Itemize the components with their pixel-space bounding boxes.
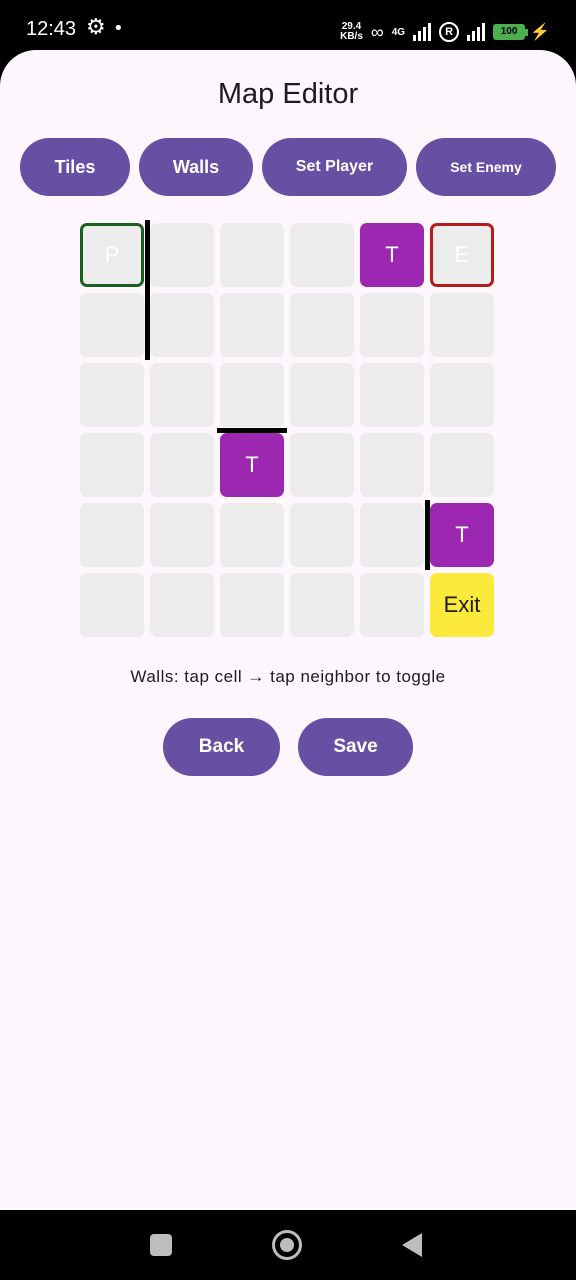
- home-icon[interactable]: [272, 1230, 302, 1260]
- grid-cell[interactable]: [220, 573, 284, 637]
- grid-cell[interactable]: [360, 363, 424, 427]
- grid-cell[interactable]: [360, 433, 424, 497]
- grid-cell[interactable]: [430, 293, 494, 357]
- grid-cell[interactable]: [150, 223, 214, 287]
- back-button[interactable]: Back: [163, 718, 280, 776]
- grid-cell[interactable]: [290, 573, 354, 637]
- grid-cell[interactable]: [290, 223, 354, 287]
- status-time: 12:43: [26, 18, 77, 40]
- enemy-cell[interactable]: E: [430, 223, 494, 287]
- battery-level: 100: [493, 24, 526, 40]
- set-enemy-mode-button[interactable]: Set Enemy: [416, 138, 556, 196]
- wall-segment: [217, 428, 287, 433]
- back-nav-icon[interactable]: [402, 1233, 422, 1257]
- battery-icon: 100 ⚡: [493, 22, 550, 42]
- map-grid: P T E T T Exit: [80, 220, 500, 643]
- grid-cell[interactable]: [430, 363, 494, 427]
- grid-cell[interactable]: [220, 223, 284, 287]
- grid-cell[interactable]: [80, 503, 144, 567]
- hint-text: Walls: tap cell → tap neighbor to toggle: [130, 667, 446, 686]
- wall-segment: [145, 290, 150, 360]
- grid-cell[interactable]: [80, 573, 144, 637]
- status-icons: 29.4 KB/s ∞ 4G R 100 ⚡: [340, 18, 550, 46]
- grid-cell[interactable]: [150, 503, 214, 567]
- grid-cell[interactable]: [220, 293, 284, 357]
- exit-cell[interactable]: Exit: [430, 573, 494, 637]
- network-type: 4G: [391, 26, 406, 38]
- grid-cell[interactable]: [290, 363, 354, 427]
- trap-cell[interactable]: T: [220, 433, 284, 497]
- grid-cell[interactable]: [80, 293, 144, 357]
- network-speed-unit: KB/s: [340, 31, 363, 42]
- system-nav-bar: [0, 1210, 576, 1280]
- grid-cell[interactable]: [150, 433, 214, 497]
- tiles-mode-button[interactable]: Tiles: [20, 138, 130, 196]
- signal-strength-2-icon: [467, 23, 486, 41]
- set-player-mode-button[interactable]: Set Player: [262, 138, 407, 196]
- grid-cell[interactable]: [220, 363, 284, 427]
- grid-cell[interactable]: [360, 573, 424, 637]
- network-speed: 29.4 KB/s: [340, 22, 363, 42]
- walls-mode-button[interactable]: Walls: [139, 138, 253, 196]
- grid-cell[interactable]: [360, 503, 424, 567]
- roaming-r-icon: R: [439, 22, 460, 42]
- map-editor-screen: Map Editor Tiles Walls Set Player Set En…: [0, 50, 576, 1210]
- grid-cell[interactable]: [360, 293, 424, 357]
- grid-cell[interactable]: [80, 363, 144, 427]
- wall-segment: [425, 500, 430, 570]
- grid-cell[interactable]: [150, 363, 214, 427]
- trap-cell[interactable]: T: [360, 223, 424, 287]
- grid-cell[interactable]: [290, 503, 354, 567]
- grid-cell[interactable]: [430, 433, 494, 497]
- grid-cell[interactable]: [290, 433, 354, 497]
- grid-cell[interactable]: [80, 433, 144, 497]
- wall-segment: [145, 220, 150, 290]
- hotspot-link-icon: ∞: [370, 21, 384, 42]
- save-button[interactable]: Save: [298, 718, 413, 776]
- grid-cell[interactable]: [290, 293, 354, 357]
- settings-gear-icon: ⚙: [86, 15, 106, 40]
- page-title: Map Editor: [217, 78, 359, 110]
- grid-cell[interactable]: [220, 503, 284, 567]
- signal-strength-icon: [413, 23, 432, 41]
- charging-bolt-icon: ⚡: [530, 24, 550, 41]
- player-cell[interactable]: P: [80, 223, 144, 287]
- trap-cell[interactable]: T: [430, 503, 494, 567]
- recent-apps-icon[interactable]: [150, 1234, 172, 1256]
- grid-cell[interactable]: [150, 293, 214, 357]
- grid-cell[interactable]: [150, 573, 214, 637]
- notification-dot-icon: •: [113, 18, 124, 39]
